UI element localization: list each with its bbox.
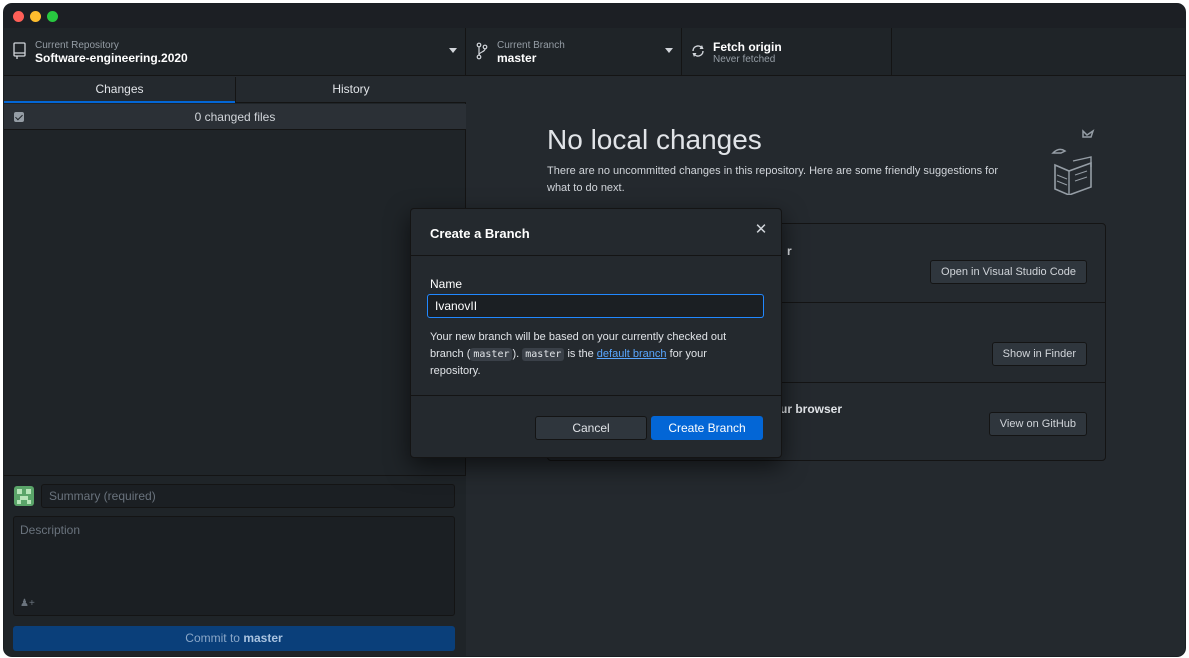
branch-code: master <box>470 348 513 361</box>
default-branch-link[interactable]: default branch <box>597 348 667 360</box>
branch-help-text: Your new branch will be based on your cu… <box>430 331 727 377</box>
toolbar: Current Repository Software-engineering.… <box>4 28 1185 76</box>
chevron-down-icon <box>449 48 457 53</box>
create-branch-button[interactable]: Create Branch <box>651 416 763 440</box>
sidebar: Changes History 0 changed files Summary … <box>4 77 466 656</box>
sync-icon <box>692 45 704 57</box>
page-description: There are no uncommitted changes in this… <box>547 165 999 194</box>
description-placeholder: Description <box>20 523 81 537</box>
dialog-footer: Cancel Create Branch <box>411 395 781 458</box>
create-branch-dialog: Create a Branch ✕ Name Your new branch w… <box>410 208 782 458</box>
show-in-finder-button[interactable]: Show in Finder <box>991 342 1087 366</box>
dialog-title: Create a Branch <box>430 226 530 241</box>
tab-history[interactable]: History <box>235 77 466 103</box>
current-branch-selector[interactable]: Current Branch master <box>466 28 682 76</box>
dialog-header: Create a Branch ✕ <box>411 209 781 256</box>
open-in-editor-button[interactable]: Open in Visual Studio Code <box>930 260 1087 284</box>
branch-code: master <box>522 348 565 361</box>
suggestion-title: ur browser <box>780 402 843 416</box>
fetch-origin-button[interactable]: Fetch origin Never fetched <box>682 28 892 76</box>
current-repository-label: Current Repository <box>35 40 119 51</box>
changed-files-count: 0 changed files <box>194 110 276 124</box>
avatar <box>14 486 34 506</box>
page-title: No local changes <box>547 124 762 155</box>
current-repository-name: Software-engineering.2020 <box>35 51 188 65</box>
repository-icon <box>13 42 26 59</box>
select-all-checkbox[interactable] <box>14 112 24 122</box>
fetch-origin-label: Fetch origin <box>713 40 782 54</box>
branch-name-input[interactable] <box>427 294 764 318</box>
zoom-window-button[interactable] <box>47 11 58 22</box>
current-branch-name: master <box>497 51 537 65</box>
close-icon[interactable]: ✕ <box>753 222 769 238</box>
fetch-status: Never fetched <box>713 54 776 65</box>
branch-name-label: Name <box>430 277 463 291</box>
tab-changes[interactable]: Changes <box>4 77 235 103</box>
title-bar <box>4 4 1185 28</box>
changes-list-header: 0 changed files <box>4 104 466 130</box>
commit-message-area: Summary (required) Description ♟+ Commit… <box>4 475 466 656</box>
add-coauthor-icon[interactable]: ♟+ <box>20 598 35 609</box>
commit-button[interactable]: Commit to master <box>13 626 455 651</box>
chevron-down-icon <box>665 48 673 53</box>
description-input[interactable]: Description ♟+ <box>13 516 455 616</box>
dialog-body: Name Your new branch will be based on yo… <box>411 257 781 395</box>
minimize-window-button[interactable] <box>30 11 41 22</box>
view-on-github-button[interactable]: View on GitHub <box>988 412 1087 436</box>
suggestion-title: r <box>787 244 792 258</box>
close-window-button[interactable] <box>13 11 24 22</box>
sidebar-tabs: Changes History <box>4 77 466 103</box>
current-repository-selector[interactable]: Current Repository Software-engineering.… <box>4 28 466 76</box>
commit-button-prefix: Commit to <box>185 631 240 645</box>
summary-input[interactable]: Summary (required) <box>41 484 455 508</box>
empty-state-illustration-icon <box>1051 129 1095 195</box>
branch-icon <box>476 42 488 60</box>
commit-button-branch: master <box>243 631 283 645</box>
current-branch-label: Current Branch <box>497 40 565 51</box>
cancel-button[interactable]: Cancel <box>535 416 647 440</box>
